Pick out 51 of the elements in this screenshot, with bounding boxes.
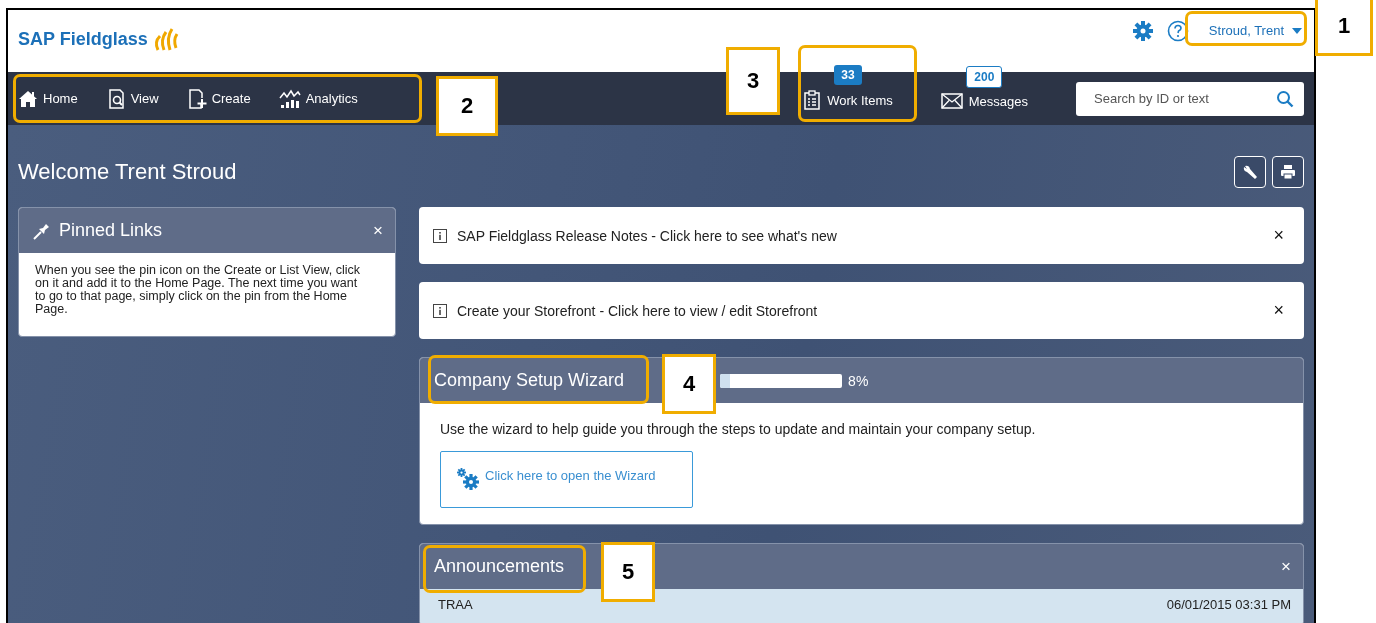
notice-link[interactable]: Create your Storefront - Click here to view / edit Storefront (457, 302, 818, 319)
callout-number: 2 (436, 76, 498, 136)
announcement-date: 06/01/2015 03:31 PM (1166, 597, 1291, 612)
card-title: Pinned Links (59, 220, 163, 241)
close-button[interactable]: × (1281, 556, 1291, 577)
house-icon (18, 89, 38, 108)
wrench-icon (1242, 164, 1258, 180)
info-icon (433, 228, 447, 243)
printer-icon (1280, 164, 1296, 180)
notice-banner[interactable]: Create your Storefront - Click here to view / edit Storefront × (419, 282, 1304, 339)
announcement-title: TRAA (438, 597, 473, 612)
nav-item[interactable]: Create (186, 88, 251, 109)
add-document-icon (186, 88, 207, 109)
close-button[interactable]: × (1273, 300, 1284, 321)
card-title: Announcements (434, 556, 565, 577)
nav-item[interactable]: View (105, 88, 159, 109)
gears-icon (457, 468, 479, 490)
print-button[interactable] (1272, 156, 1304, 188)
callout-number: 4 (662, 354, 716, 414)
count-badge: 33 (834, 65, 862, 85)
callout-number: 5 (601, 542, 655, 602)
info-icon (433, 303, 447, 318)
logo-text: SAP Fieldglass (18, 28, 148, 50)
pin-icon (33, 221, 51, 240)
search-icon (1276, 89, 1294, 108)
notice-banner[interactable]: SAP Fieldglass Release Notes - Click here to see what's new × (419, 207, 1304, 264)
announcement-row[interactable]: TRAA 06/01/2015 03:31 PM (420, 589, 1303, 623)
caret-icon (1292, 27, 1302, 34)
welcome-heading: Welcome Trent Stroud (18, 159, 237, 185)
callout-number: 1 (1315, 0, 1373, 56)
settings-icon (1132, 20, 1153, 41)
nav-item[interactable]: Home (18, 89, 78, 108)
description-text: Use the wizard to help guide you through the steps to update and maintain your company setup. (440, 421, 1037, 437)
count-badge: 200 (966, 66, 1003, 88)
wrench-button[interactable] (1234, 156, 1266, 188)
card-title: Company Setup Wizard (434, 370, 625, 391)
chart-icon (278, 88, 301, 109)
nav-item[interactable]: Analytics (278, 88, 358, 109)
envelope-icon (940, 93, 963, 109)
clipboard-icon (803, 90, 822, 110)
work-items-button[interactable]: 33 Work Items (803, 65, 893, 110)
close-button[interactable]: × (373, 220, 383, 241)
progress-percent: 8% (848, 372, 869, 389)
close-button[interactable]: × (1273, 225, 1284, 246)
callout-number: 3 (726, 47, 780, 115)
open-wizard-button[interactable]: Click here to open the Wizard (440, 451, 693, 508)
notice-link[interactable]: SAP Fieldglass Release Notes - Click here to see what's new (457, 227, 837, 244)
user-menu[interactable]: Stroud, Trent (1202, 19, 1306, 42)
help-text: When you see the pin icon on the Create or List View, click on it and add it to the Home Page. The next time you want to go to that page, simply click on the pin from the Home Page. (34, 262, 361, 318)
search-field[interactable]: Search by ID or text (1076, 81, 1304, 116)
messages-button[interactable]: 200 Messages (940, 66, 1028, 109)
